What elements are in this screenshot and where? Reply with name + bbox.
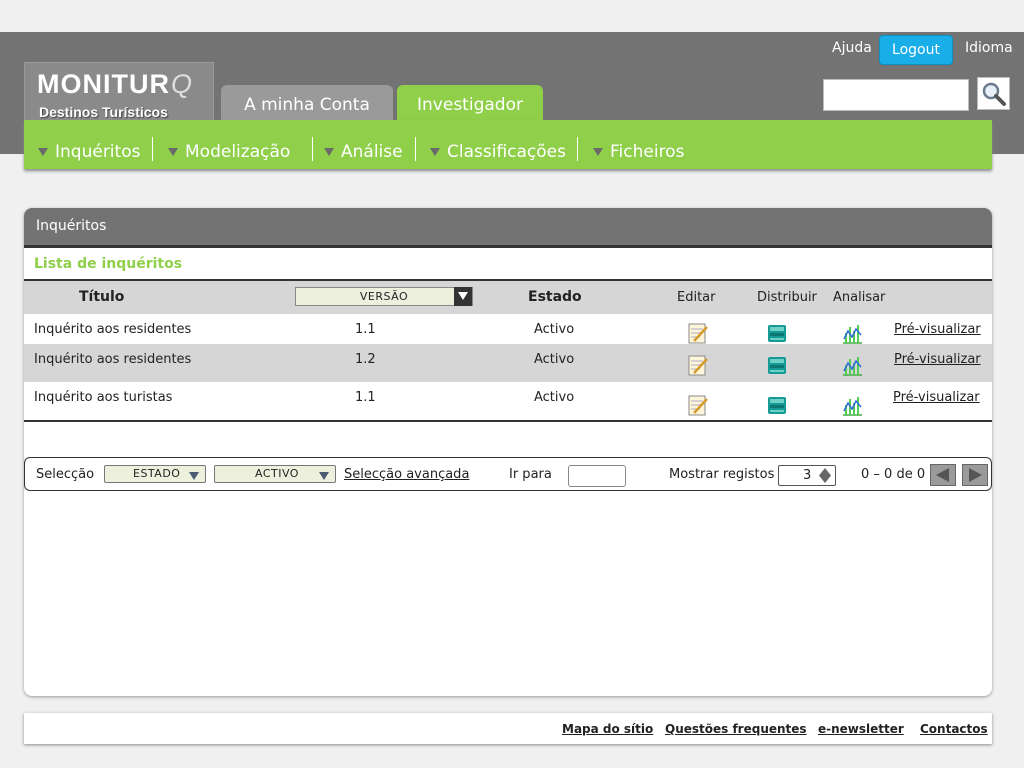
- book-stack-icon[interactable]: [765, 393, 789, 417]
- logo-main-text: MONITURQ: [37, 69, 193, 100]
- row-version: 1.1: [355, 322, 376, 337]
- row-title: Inquérito aos residentes: [34, 322, 192, 337]
- triangle-down-icon: [430, 148, 440, 156]
- preview-link[interactable]: Pré-visualizar: [894, 322, 981, 337]
- divider: [24, 420, 992, 422]
- row-status: Activo: [534, 322, 575, 337]
- menu-item-modelizacao[interactable]: Modelização: [168, 142, 290, 162]
- table-row[interactable]: Inquérito aos turistas 1.1 Activo Pré-vi…: [24, 382, 992, 420]
- main-menu: Inquéritos Modelização Análise Classific…: [24, 120, 992, 169]
- help-link[interactable]: Ajuda: [832, 40, 872, 56]
- column-analisar: Analisar: [833, 290, 886, 305]
- menu-label: Inquéritos: [55, 142, 141, 162]
- tab-my-account[interactable]: A minha Conta: [221, 85, 393, 121]
- menu-divider: [577, 137, 578, 161]
- advanced-selection-link[interactable]: Selecção avançada: [344, 467, 469, 482]
- field-select-value: ESTADO: [133, 467, 181, 480]
- arrow-right-icon: [969, 468, 982, 482]
- footer-link-faq[interactable]: Questões frequentes: [665, 722, 807, 736]
- filter-bar: Selecção ESTADO ACTIVO Selecção avançada…: [24, 457, 992, 491]
- menu-label: Modelização: [185, 142, 291, 162]
- search-input[interactable]: [823, 79, 969, 111]
- language-link[interactable]: Idioma: [965, 40, 1013, 56]
- row-title: Inquérito aos turistas: [34, 390, 173, 405]
- goto-input[interactable]: [568, 465, 626, 487]
- arrow-left-icon: [936, 468, 949, 482]
- tab-investigador[interactable]: Investigador: [397, 85, 543, 121]
- triangle-down-icon: [168, 148, 178, 156]
- logo-q: Q: [170, 69, 193, 99]
- table-row[interactable]: Inquérito aos residentes 1.1 Activo Pré-…: [24, 314, 992, 344]
- book-stack-icon[interactable]: [765, 321, 789, 345]
- bar-chart-icon[interactable]: [840, 393, 864, 417]
- row-version: 1.1: [355, 390, 376, 405]
- panel-header: Inquéritos: [24, 208, 992, 245]
- value-select-value: ACTIVO: [255, 467, 299, 480]
- menu-label: Análise: [341, 142, 403, 162]
- footer-link-contacts[interactable]: Contactos: [920, 722, 988, 736]
- row-status: Activo: [534, 352, 575, 367]
- row-title: Inquérito aos residentes: [34, 352, 192, 367]
- list-title: Lista de inquéritos: [34, 256, 183, 272]
- triangle-down-icon: [593, 148, 603, 156]
- goto-label: Ir para: [509, 467, 552, 482]
- value-select[interactable]: ACTIVO: [214, 465, 336, 483]
- version-select-label: VERSÃO: [359, 290, 409, 303]
- records-stepper-value: 3: [803, 468, 812, 483]
- menu-divider: [152, 137, 153, 161]
- logo-word: MONITUR: [37, 69, 170, 99]
- field-select[interactable]: ESTADO: [104, 465, 206, 483]
- logo-subtitle: Destinos Turísticos: [39, 104, 168, 120]
- triangle-down-icon: [38, 148, 48, 156]
- preview-link[interactable]: Pré-visualizar: [893, 390, 980, 405]
- chevron-down-icon: [189, 472, 199, 480]
- menu-item-analise[interactable]: Análise: [324, 142, 403, 162]
- row-status: Activo: [534, 390, 575, 405]
- footer-link-sitemap[interactable]: Mapa do sítio: [562, 722, 653, 736]
- divider: [24, 245, 992, 248]
- row-version: 1.2: [355, 352, 376, 367]
- column-estado[interactable]: Estado: [528, 289, 582, 305]
- stepper-arrows-icon[interactable]: [817, 467, 833, 484]
- footer-link-newsletter[interactable]: e-newsletter: [818, 722, 904, 736]
- column-titulo[interactable]: Título: [79, 289, 124, 305]
- menu-label: Classificações: [447, 142, 566, 162]
- next-page-button[interactable]: [962, 464, 988, 486]
- menu-divider: [312, 137, 313, 161]
- notepad-edit-icon[interactable]: [686, 353, 710, 377]
- notepad-edit-icon[interactable]: [686, 321, 710, 345]
- previous-page-button[interactable]: [930, 464, 956, 486]
- version-select[interactable]: VERSÃO: [295, 287, 473, 306]
- show-records-label: Mostrar registos: [669, 467, 775, 482]
- surveys-panel: Inquéritos Lista de inquéritos Título VE…: [24, 208, 992, 696]
- notepad-edit-icon[interactable]: [686, 393, 710, 417]
- menu-item-ficheiros[interactable]: Ficheiros: [593, 142, 684, 162]
- menu-item-inqueritos[interactable]: Inquéritos: [38, 142, 140, 162]
- book-stack-icon[interactable]: [765, 353, 789, 377]
- records-stepper[interactable]: 3: [778, 465, 836, 486]
- logo[interactable]: MONITURQ Destinos Turísticos: [24, 62, 214, 126]
- chevron-down-icon: [319, 472, 329, 480]
- bar-chart-icon[interactable]: [840, 353, 864, 377]
- menu-item-classificacoes[interactable]: Classificações: [430, 142, 566, 162]
- chevron-down-icon: [454, 287, 472, 306]
- column-editar: Editar: [677, 290, 716, 305]
- table-row[interactable]: Inquérito aos residentes 1.2 Activo Pré-…: [24, 344, 992, 382]
- bar-chart-icon[interactable]: [840, 321, 864, 345]
- footer: Mapa do sítio Questões frequentes e-news…: [24, 713, 992, 744]
- page-range: 0 – 0 de 0: [861, 467, 926, 482]
- table-header: Título VERSÃO Estado Editar Distribuir A…: [24, 279, 992, 314]
- triangle-down-icon: [324, 148, 334, 156]
- menu-divider: [415, 137, 416, 161]
- logout-button[interactable]: Logout: [879, 35, 953, 65]
- search-button[interactable]: [977, 77, 1010, 110]
- column-distribuir: Distribuir: [757, 290, 817, 305]
- selection-label: Selecção: [36, 467, 95, 482]
- preview-link[interactable]: Pré-visualizar: [894, 352, 981, 367]
- panel-title: Inquéritos: [36, 218, 107, 234]
- menu-label: Ficheiros: [610, 142, 685, 162]
- magnifier-icon: [982, 82, 1006, 106]
